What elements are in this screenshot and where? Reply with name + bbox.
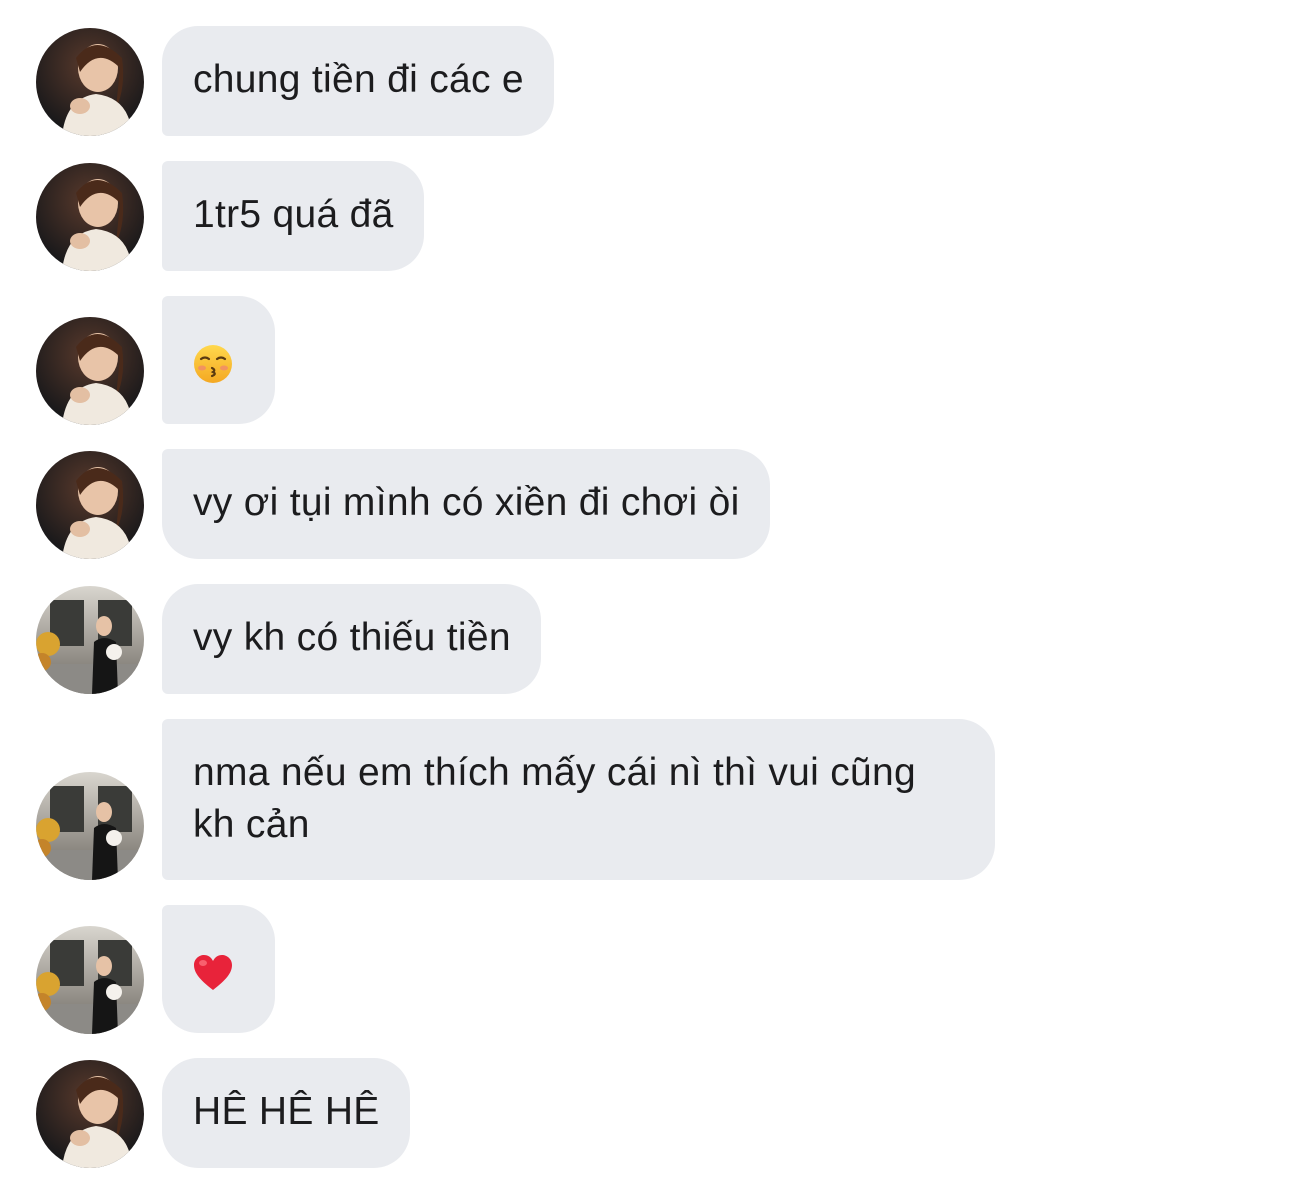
avatar[interactable] <box>36 586 144 694</box>
message-row: vy ơi tụi mình có xiền đi chơi òi <box>0 449 1290 559</box>
message-bubble[interactable]: chung tiền đi các e <box>162 26 554 136</box>
message-text: HÊ HÊ HÊ <box>193 1090 380 1133</box>
avatar[interactable] <box>36 163 144 271</box>
avatar[interactable] <box>36 926 144 1034</box>
message-row: chung tiền đi các e <box>0 26 1290 136</box>
message-row <box>0 905 1290 1034</box>
message-text: vy ơi tụi mình có xiền đi chơi òi <box>193 481 740 524</box>
message-row: vy kh có thiếu tiền <box>0 584 1290 694</box>
message-text: 1tr5 quá đã <box>193 193 394 236</box>
message-text: chung tiền đi các e <box>193 58 524 101</box>
message-text: vy kh có thiếu tiền <box>193 616 511 659</box>
message-bubble[interactable]: 1tr5 quá đã <box>162 161 424 271</box>
avatar[interactable] <box>36 28 144 136</box>
avatar[interactable] <box>36 451 144 559</box>
message-bubble[interactable] <box>162 905 275 1033</box>
avatar[interactable] <box>36 772 144 880</box>
message-bubble[interactable]: vy ơi tụi mình có xiền đi chơi òi <box>162 449 770 559</box>
avatar[interactable] <box>36 1060 144 1168</box>
message-row <box>0 296 1290 425</box>
message-row: nma nếu em thích mấy cái nì thì vui cũng… <box>0 719 1290 880</box>
message-text: nma nếu em thích mấy cái nì thì vui cũng… <box>193 751 917 846</box>
red-heart-icon <box>194 955 232 990</box>
message-bubble[interactable]: HÊ HÊ HÊ <box>162 1058 410 1168</box>
message-bubble[interactable]: vy kh có thiếu tiền <box>162 584 541 694</box>
message-bubble[interactable]: nma nếu em thích mấy cái nì thì vui cũng… <box>162 719 995 880</box>
message-row: 1tr5 quá đã <box>0 161 1290 271</box>
kissing-face-icon <box>194 345 232 383</box>
avatar[interactable] <box>36 317 144 425</box>
message-row: HÊ HÊ HÊ <box>0 1058 1290 1168</box>
message-bubble[interactable] <box>162 296 275 424</box>
